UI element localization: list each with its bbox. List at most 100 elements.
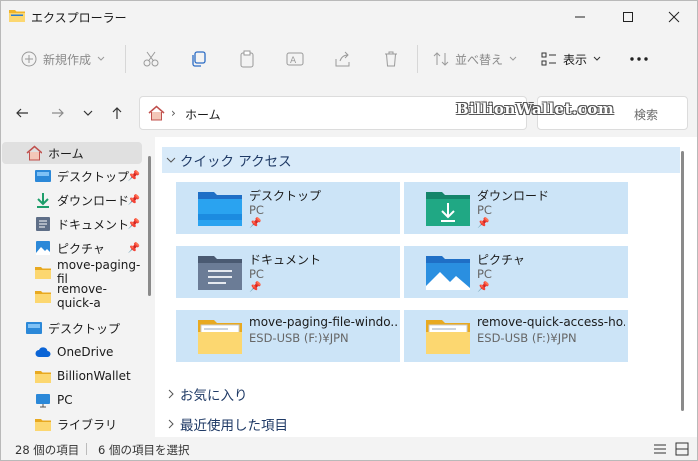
command-bar: 新規作成 A 並べ替え 表示 xyxy=(1,37,697,81)
arrow-right-icon xyxy=(52,108,64,118)
document-folder-icon xyxy=(198,256,242,290)
recent-header[interactable]: 最近使用した項目 xyxy=(162,411,288,437)
sidebar-item-label: ダウンロード xyxy=(57,193,130,208)
quick-access-card-move-paging[interactable]: move-paging-file-windo... ESD-USB (F:)¥J… xyxy=(176,310,400,362)
maximize-button[interactable] xyxy=(605,1,651,32)
breadcrumb-home[interactable]: ホーム xyxy=(185,106,221,123)
content-scrollbar[interactable] xyxy=(681,151,684,411)
minimize-button[interactable] xyxy=(557,1,603,32)
selection-count: 6 個の項目を選択 xyxy=(98,443,190,457)
quick-access-header[interactable]: クイック アクセス xyxy=(162,147,680,173)
status-bar: 28 個の項目 6 個の項目を選択 xyxy=(1,438,697,460)
pc-icon xyxy=(35,392,51,408)
folder-icon xyxy=(35,288,51,304)
copy-icon xyxy=(192,51,206,67)
quick-access-card-pictures[interactable]: ピクチャ PC 📌 xyxy=(404,246,628,298)
section-title: クイック アクセス xyxy=(180,154,292,170)
clipboard-icon xyxy=(240,50,254,68)
sort-icon xyxy=(433,52,449,66)
desktop-icon xyxy=(35,168,51,184)
arrow-left-icon xyxy=(16,108,28,118)
home-icon xyxy=(148,105,165,121)
sidebar-item-onedrive[interactable]: OneDrive xyxy=(2,341,142,363)
tiles-view-icon[interactable] xyxy=(675,442,689,456)
share-icon xyxy=(335,51,350,67)
sidebar-item-label: remove-quick-a xyxy=(57,282,107,310)
share-button[interactable] xyxy=(334,45,352,73)
maximize-icon xyxy=(623,11,633,22)
content-pane: クイック アクセス デスクトップ PC 📌 ダウンロード PC 📌 ドキュメント… xyxy=(155,137,697,437)
navigation-pane: ホーム デスクトップ 📌 ダウンロード 📌 ドキュメント 📌 ピクチャ 📌 mo… xyxy=(2,137,150,437)
quick-access-card-remove-quick[interactable]: remove-quick-access-ho... ESD-USB (F:)¥J… xyxy=(404,310,628,362)
sort-button[interactable]: 並べ替え xyxy=(433,45,517,73)
sidebar-item-label: デスクトップ xyxy=(48,321,121,336)
forward-button[interactable] xyxy=(46,101,70,125)
view-button[interactable]: 表示 xyxy=(541,45,601,73)
folder-icon xyxy=(35,264,51,280)
sidebar-item-label: ドキュメント xyxy=(57,217,130,232)
sidebar-item-home[interactable]: ホーム xyxy=(2,142,142,164)
pictures-icon xyxy=(35,240,51,256)
toolbar-divider xyxy=(417,45,418,73)
sidebar-item-desktop-root[interactable]: デスクトップ xyxy=(2,317,142,339)
explorer-window: エクスプローラー 新規作成 A 並べ替え 表示 › ホーム 検索 Billion… xyxy=(0,0,698,461)
chevron-down-icon xyxy=(97,56,105,61)
section-title: 最近使用した項目 xyxy=(180,418,288,434)
window-title: エクスプローラー xyxy=(31,11,127,25)
sidebar-item-billionwallet[interactable]: BillionWallet xyxy=(2,365,142,387)
sidebar-item-desktop[interactable]: デスクトップ 📌 xyxy=(2,165,142,187)
toolbar-divider xyxy=(125,45,126,73)
pin-icon: 📌 xyxy=(249,282,262,293)
favorites-header[interactable]: お気に入り xyxy=(162,381,248,407)
sidebar-item-move-paging[interactable]: move-paging-fil xyxy=(2,258,142,286)
quick-access-card-downloads[interactable]: ダウンロード PC 📌 xyxy=(404,182,628,234)
rename-button[interactable]: A xyxy=(286,45,304,73)
cloud-icon xyxy=(35,344,51,360)
sidebar-item-label: ピクチャ xyxy=(57,241,105,256)
sidebar-item-label: BillionWallet xyxy=(57,369,131,383)
folder-icon xyxy=(9,10,25,22)
pin-icon: 📌 xyxy=(249,218,262,229)
sort-button-label: 並べ替え xyxy=(455,52,504,67)
cut-button[interactable] xyxy=(142,45,160,73)
delete-button[interactable] xyxy=(382,45,400,73)
chevron-down-icon xyxy=(509,56,517,61)
section-title: お気に入り xyxy=(180,388,248,404)
copy-button[interactable] xyxy=(190,45,208,73)
paste-button[interactable] xyxy=(238,45,256,73)
sidebar-item-documents[interactable]: ドキュメント 📌 xyxy=(2,213,142,235)
folder-icon xyxy=(35,368,51,384)
recent-locations-button[interactable] xyxy=(76,101,100,125)
new-button[interactable]: 新規作成 xyxy=(21,45,105,73)
more-icon xyxy=(630,57,648,61)
quick-access-card-desktop[interactable]: デスクトップ PC 📌 xyxy=(176,182,400,234)
sidebar-item-pictures[interactable]: ピクチャ 📌 xyxy=(2,237,142,259)
arrow-up-icon xyxy=(112,107,122,119)
card-location: PC xyxy=(249,203,264,217)
card-name: ドキュメント xyxy=(249,253,322,267)
document-icon xyxy=(35,216,51,232)
sidebar-item-remove-quick[interactable]: remove-quick-a xyxy=(2,282,142,310)
more-options-button[interactable] xyxy=(629,45,649,73)
pin-icon: 📌 xyxy=(127,218,140,230)
folder-icon xyxy=(426,320,470,354)
rename-icon: A xyxy=(286,52,304,66)
card-location: PC xyxy=(249,267,264,281)
up-button[interactable] xyxy=(105,101,129,125)
details-view-icon[interactable] xyxy=(653,443,667,455)
sidebar-item-downloads[interactable]: ダウンロード 📌 xyxy=(2,189,142,211)
pin-icon: 📌 xyxy=(127,194,140,206)
quick-access-card-documents[interactable]: ドキュメント PC 📌 xyxy=(176,246,400,298)
close-button[interactable] xyxy=(651,1,697,32)
sidebar-item-library[interactable]: ライブラリ xyxy=(2,413,142,435)
address-row: › ホーム 検索 BillionWallet.com xyxy=(1,91,697,135)
svg-text:A: A xyxy=(290,56,297,66)
card-name: move-paging-file-windo... xyxy=(249,315,397,329)
chevron-down-icon xyxy=(162,157,180,164)
sidebar-scrollbar[interactable] xyxy=(148,156,151,296)
download-icon xyxy=(35,192,51,208)
sidebar-item-pc[interactable]: PC xyxy=(2,389,142,411)
chevron-down-icon xyxy=(83,110,93,116)
back-button[interactable] xyxy=(10,101,34,125)
card-location: ESD-USB (F:)¥JPN xyxy=(249,331,349,345)
